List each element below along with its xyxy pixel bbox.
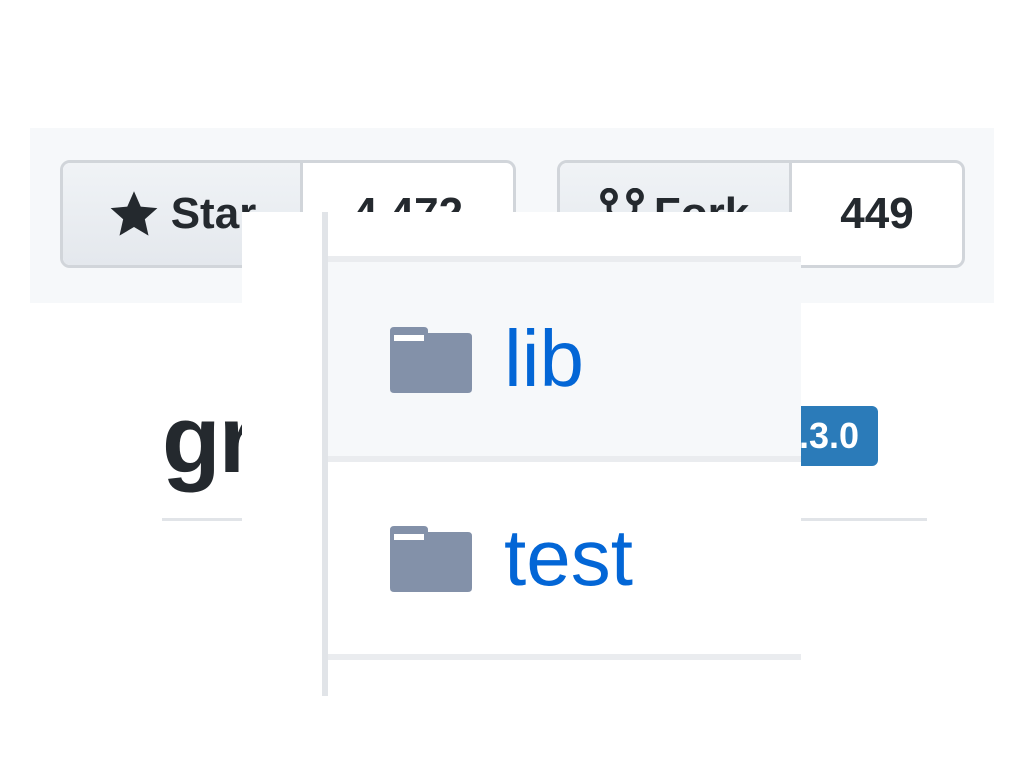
repo-title: gr bbox=[162, 386, 256, 493]
star-icon bbox=[110, 191, 158, 236]
folder-icon bbox=[390, 327, 472, 393]
file-row-test[interactable]: test bbox=[328, 462, 801, 660]
fork-count[interactable]: 449 bbox=[792, 163, 962, 265]
file-name-link[interactable]: test bbox=[504, 512, 633, 604]
file-name-link[interactable]: lib bbox=[504, 313, 584, 405]
file-row-lib[interactable]: lib bbox=[328, 256, 801, 462]
file-list-panel: lib test bbox=[242, 212, 801, 696]
folder-icon bbox=[390, 526, 472, 592]
